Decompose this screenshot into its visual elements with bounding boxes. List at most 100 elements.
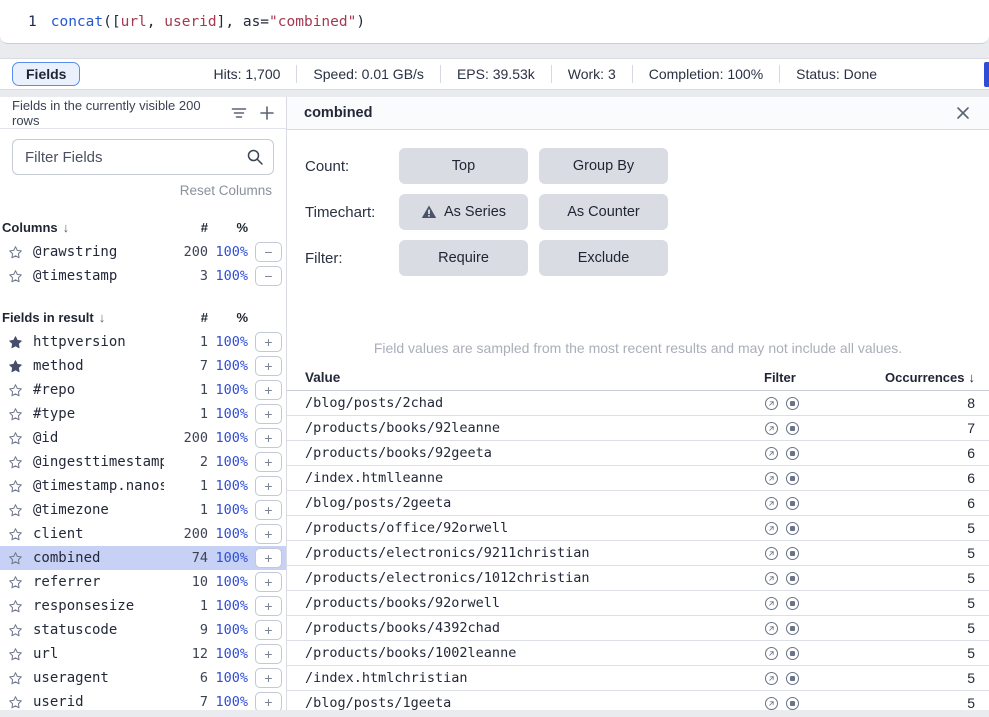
exclude-filter-icon[interactable] (785, 446, 800, 461)
reset-columns-link[interactable]: Reset Columns (0, 183, 272, 198)
exclude-filter-icon[interactable] (785, 621, 800, 636)
top-button[interactable]: Top (399, 148, 528, 184)
field-name: statuscode (33, 622, 164, 638)
exclude-filter-icon[interactable] (785, 646, 800, 661)
field-row-method[interactable]: method7100%+ (0, 354, 286, 378)
star-outline-icon[interactable] (8, 455, 23, 470)
include-filter-icon[interactable] (764, 396, 779, 411)
star-outline-icon[interactable] (8, 623, 23, 638)
include-filter-icon[interactable] (764, 471, 779, 486)
star-filled-icon[interactable] (8, 335, 23, 350)
remove-field-button[interactable]: − (255, 266, 282, 286)
star-outline-icon[interactable] (8, 503, 23, 518)
remove-field-button[interactable]: − (255, 242, 282, 262)
group-by-button[interactable]: Group By (539, 148, 668, 184)
add-field-button[interactable]: + (255, 620, 282, 640)
exclude-filter-icon[interactable] (785, 521, 800, 536)
star-outline-icon[interactable] (8, 527, 23, 542)
star-outline-icon[interactable] (8, 599, 23, 614)
field-row-repo[interactable]: #repo1100%+ (0, 378, 286, 402)
star-outline-icon[interactable] (8, 479, 23, 494)
as-series-button[interactable]: As Series (399, 194, 528, 230)
exclude-filter-icon[interactable] (785, 671, 800, 686)
add-field-button[interactable]: + (255, 452, 282, 472)
include-filter-icon[interactable] (764, 621, 779, 636)
field-row-type[interactable]: #type1100%+ (0, 402, 286, 426)
field-row-url[interactable]: url12100%+ (0, 642, 286, 666)
add-field-button[interactable]: + (255, 668, 282, 688)
field-row-statuscode[interactable]: statuscode9100%+ (0, 618, 286, 642)
occurrences-column-header[interactable]: Occurrences↓ (871, 370, 975, 385)
include-filter-icon[interactable] (764, 696, 779, 711)
fields-button[interactable]: Fields (12, 62, 80, 86)
exclude-filter-icon[interactable] (785, 471, 800, 486)
query-editor[interactable]: 1 concat([url, userid], as="combined") (0, 0, 989, 44)
add-field-button[interactable]: + (255, 692, 282, 710)
require-button[interactable]: Require (399, 240, 528, 276)
field-row-timezone[interactable]: @timezone1100%+ (0, 498, 286, 522)
close-icon[interactable] (953, 103, 973, 123)
star-filled-icon[interactable] (8, 359, 23, 374)
exclude-filter-icon[interactable] (785, 396, 800, 411)
occurrences-cell: 7 (871, 420, 975, 436)
star-outline-icon[interactable] (8, 695, 23, 710)
include-filter-icon[interactable] (764, 571, 779, 586)
star-outline-icon[interactable] (8, 269, 23, 284)
filter-list-icon[interactable] (230, 104, 248, 122)
field-row-httpversion[interactable]: httpversion1100%+ (0, 330, 286, 354)
exclude-filter-icon[interactable] (785, 421, 800, 436)
field-row-client[interactable]: client200100%+ (0, 522, 286, 546)
exclude-filter-icon[interactable] (785, 546, 800, 561)
add-field-button[interactable]: + (255, 596, 282, 616)
field-row-useragent[interactable]: useragent6100%+ (0, 666, 286, 690)
exclude-filter-icon[interactable] (785, 496, 800, 511)
field-row-id[interactable]: @id200100%+ (0, 426, 286, 450)
add-field-header-icon[interactable] (258, 104, 276, 122)
add-field-button[interactable]: + (255, 356, 282, 376)
add-field-button[interactable]: + (255, 428, 282, 448)
include-filter-icon[interactable] (764, 446, 779, 461)
star-outline-icon[interactable] (8, 671, 23, 686)
include-filter-icon[interactable] (764, 596, 779, 611)
add-field-button[interactable]: + (255, 380, 282, 400)
add-field-button[interactable]: + (255, 572, 282, 592)
field-row-responsesize[interactable]: responsesize1100%+ (0, 594, 286, 618)
exclude-filter-icon[interactable] (785, 571, 800, 586)
include-filter-icon[interactable] (764, 546, 779, 561)
star-outline-icon[interactable] (8, 647, 23, 662)
field-row-ingesttimestamp[interactable]: @ingesttimestamp2100%+ (0, 450, 286, 474)
add-field-button[interactable]: + (255, 476, 282, 496)
star-outline-icon[interactable] (8, 575, 23, 590)
sort-descending-icon[interactable]: ↓ (99, 310, 106, 325)
cut-off-button[interactable] (984, 62, 989, 87)
star-outline-icon[interactable] (8, 245, 23, 260)
add-field-button[interactable]: + (255, 644, 282, 664)
include-filter-icon[interactable] (764, 521, 779, 536)
include-filter-icon[interactable] (764, 496, 779, 511)
include-filter-icon[interactable] (764, 646, 779, 661)
field-row-timestamp-nanos[interactable]: @timestamp.nanos1100%+ (0, 474, 286, 498)
add-field-button[interactable]: + (255, 500, 282, 520)
add-field-button[interactable]: + (255, 524, 282, 544)
field-row-timestamp[interactable]: @timestamp3100%− (0, 264, 286, 288)
as-counter-button[interactable]: As Counter (539, 194, 668, 230)
add-field-button[interactable]: + (255, 404, 282, 424)
star-outline-icon[interactable] (8, 431, 23, 446)
field-row-referrer[interactable]: referrer10100%+ (0, 570, 286, 594)
star-outline-icon[interactable] (8, 407, 23, 422)
add-field-button[interactable]: + (255, 548, 282, 568)
include-filter-icon[interactable] (764, 671, 779, 686)
include-filter-icon[interactable] (764, 421, 779, 436)
field-row-userid[interactable]: userid7100%+ (0, 690, 286, 710)
add-field-button[interactable]: + (255, 332, 282, 352)
field-row-rawstring[interactable]: @rawstring200100%− (0, 240, 286, 264)
star-outline-icon[interactable] (8, 551, 23, 566)
sort-descending-icon[interactable]: ↓ (63, 220, 70, 235)
exclude-filter-icon[interactable] (785, 696, 800, 711)
exclude-button[interactable]: Exclude (539, 240, 668, 276)
exclude-filter-icon[interactable] (785, 596, 800, 611)
query-code[interactable]: concat([url, userid], as="combined") (51, 14, 365, 30)
field-row-combined[interactable]: combined74100%+ (0, 546, 286, 570)
filter-fields-input[interactable] (12, 139, 274, 175)
star-outline-icon[interactable] (8, 383, 23, 398)
